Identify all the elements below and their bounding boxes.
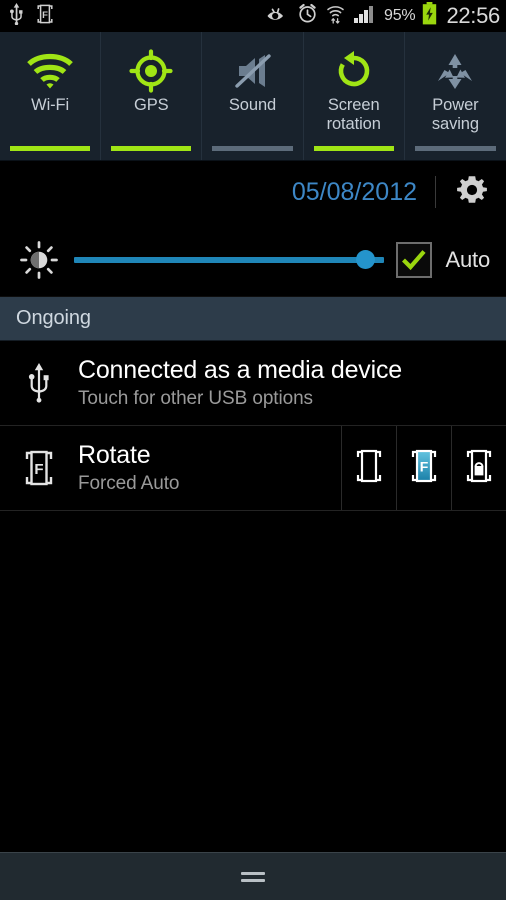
quick-settings-toggles: Wi-Fi GPS Sound Screen rotation Power sa… bbox=[0, 32, 506, 161]
sound-muted-icon bbox=[231, 48, 275, 94]
notification-usb-title: Connected as a media device bbox=[78, 356, 402, 384]
notification-shade: F 95% 22:56 Wi-Fi GPS Sound Screen rotat… bbox=[0, 0, 506, 900]
notification-usb-body: Connected as a media device Touch for ot… bbox=[78, 341, 506, 425]
rotate-forced-button[interactable]: F bbox=[396, 426, 451, 510]
toggle-gps-label: GPS bbox=[134, 96, 169, 114]
drag-handle-bar-top bbox=[241, 871, 265, 875]
signal-bars-icon bbox=[353, 3, 377, 29]
drag-handle[interactable] bbox=[0, 852, 506, 900]
wifi-icon bbox=[25, 48, 75, 94]
toggle-power-saving-label: Power saving bbox=[432, 96, 479, 134]
usb-icon bbox=[8, 2, 25, 30]
toggle-sound[interactable]: Sound bbox=[202, 32, 304, 160]
toggle-screen-rotation-label: Screen rotation bbox=[327, 96, 381, 134]
status-bar: F 95% 22:56 bbox=[0, 0, 506, 32]
toggle-wifi[interactable]: Wi-Fi bbox=[0, 32, 102, 160]
battery-percent-label: 95% bbox=[384, 7, 416, 24]
wifi-transfer-icon bbox=[325, 3, 346, 29]
auto-brightness-checkbox[interactable] bbox=[395, 241, 432, 278]
rotate-free-button[interactable] bbox=[341, 426, 396, 510]
brightness-slider[interactable] bbox=[74, 248, 384, 272]
svg-text:F: F bbox=[42, 10, 48, 21]
svg-text:F: F bbox=[34, 461, 43, 478]
notification-rotate-subtitle: Forced Auto bbox=[78, 473, 180, 494]
phone-forced-icon: F bbox=[407, 446, 441, 491]
toggle-wifi-label: Wi-Fi bbox=[31, 96, 70, 114]
toggle-power-saving[interactable]: Power saving bbox=[405, 32, 506, 160]
toggle-screen-rotation-label-line1: Screen bbox=[327, 96, 380, 114]
toggle-power-saving-indicator bbox=[414, 146, 497, 151]
brightness-icon bbox=[16, 240, 62, 280]
svg-text:F: F bbox=[420, 458, 429, 474]
alarm-clock-icon bbox=[297, 3, 318, 29]
drag-handle-bar-bottom bbox=[241, 878, 265, 882]
status-bar-clock: 22:56 bbox=[446, 2, 500, 28]
battery-charging-icon bbox=[422, 2, 437, 30]
toggle-screen-rotation-indicator bbox=[313, 146, 394, 151]
notification-list: Connected as a media device Touch for ot… bbox=[0, 341, 506, 511]
gear-icon[interactable] bbox=[454, 172, 490, 213]
toggle-wifi-indicator bbox=[10, 146, 91, 151]
screen-rotation-icon bbox=[332, 48, 376, 94]
toggle-power-saving-label-line2: saving bbox=[431, 115, 479, 133]
toggle-screen-rotation[interactable]: Screen rotation bbox=[304, 32, 405, 160]
toggle-power-saving-label-line1: Power bbox=[432, 96, 479, 114]
status-bar-right-icons: 95% 22:56 bbox=[266, 2, 500, 30]
phone-outline-icon bbox=[352, 446, 386, 491]
usb-icon bbox=[0, 341, 78, 425]
toggle-sound-label: Sound bbox=[228, 96, 277, 114]
empty-notification-area bbox=[0, 511, 506, 852]
rotation-forced-icon: F bbox=[0, 426, 78, 510]
date-label: 05/08/2012 bbox=[291, 177, 417, 206]
notification-usb[interactable]: Connected as a media device Touch for ot… bbox=[0, 341, 506, 426]
section-header-label: Ongoing bbox=[16, 307, 91, 329]
status-bar-left-icons: F bbox=[8, 2, 55, 30]
rotate-locked-button[interactable] bbox=[451, 426, 506, 510]
power-saving-icon bbox=[433, 48, 477, 94]
notification-rotate-actions: F bbox=[341, 426, 506, 510]
checkmark-icon bbox=[401, 249, 426, 270]
notification-rotate[interactable]: F Rotate Forced Auto F bbox=[0, 426, 506, 511]
toggle-gps-indicator bbox=[111, 146, 192, 151]
brightness-slider-thumb[interactable] bbox=[355, 250, 375, 269]
brightness-row: Auto bbox=[0, 223, 506, 297]
notification-rotate-body: Rotate Forced Auto bbox=[78, 426, 341, 510]
phone-locked-icon bbox=[462, 446, 496, 491]
notification-usb-subtitle: Touch for other USB options bbox=[78, 388, 313, 409]
notification-rotate-title: Rotate bbox=[78, 441, 151, 469]
brightness-slider-track bbox=[74, 256, 384, 263]
gps-icon bbox=[129, 48, 173, 94]
smart-stay-eye-icon bbox=[266, 4, 290, 29]
date-divider bbox=[435, 176, 436, 208]
toggle-gps[interactable]: GPS bbox=[101, 32, 203, 160]
toggle-sound-indicator bbox=[212, 146, 293, 151]
rotation-forced-icon: F bbox=[35, 3, 55, 30]
date-settings-row: 05/08/2012 bbox=[0, 161, 506, 223]
toggle-screen-rotation-label-line2: rotation bbox=[326, 115, 381, 133]
section-header-ongoing: Ongoing bbox=[0, 297, 506, 341]
auto-brightness-label: Auto bbox=[445, 246, 491, 272]
